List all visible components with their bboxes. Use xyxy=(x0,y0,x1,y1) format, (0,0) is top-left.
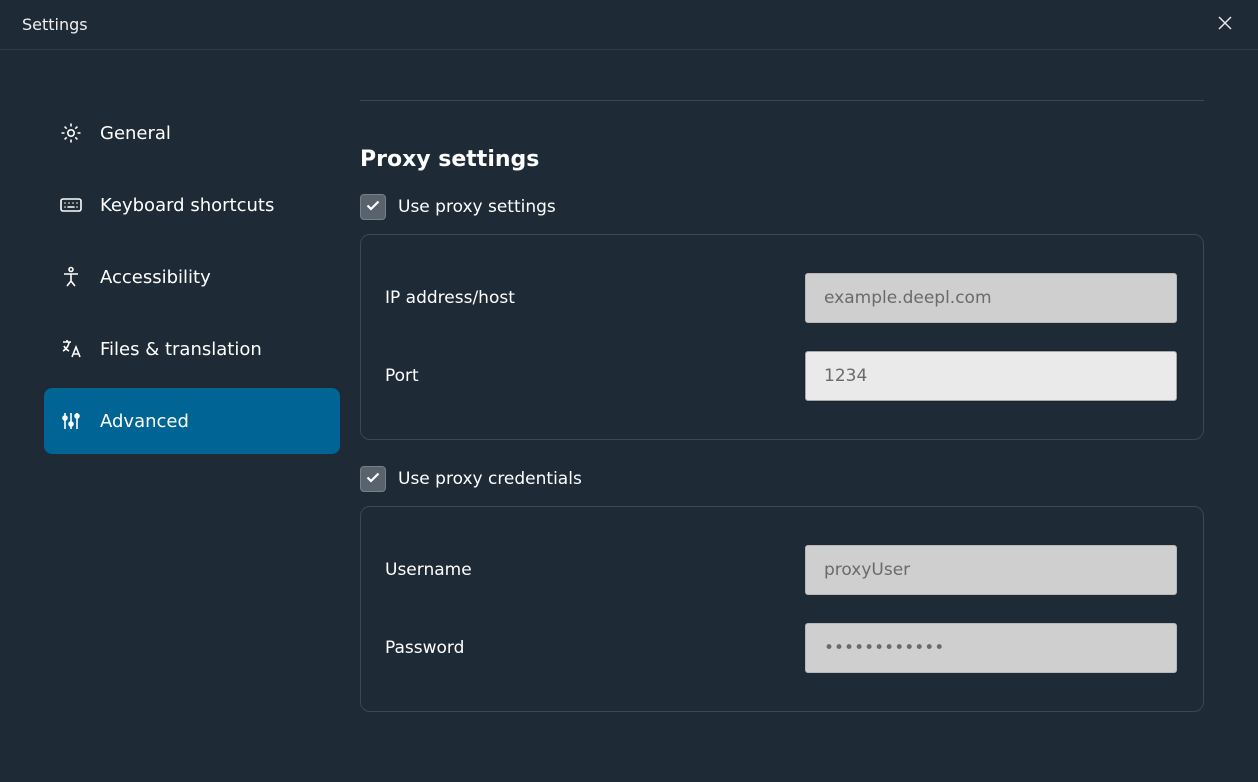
sidebar-item-accessibility[interactable]: Accessibility xyxy=(44,244,340,310)
sidebar-item-label: Advanced xyxy=(100,411,189,432)
divider xyxy=(360,100,1204,101)
sidebar-item-label: Accessibility xyxy=(100,267,211,288)
port-label: Port xyxy=(381,366,419,386)
use-proxy-label: Use proxy settings xyxy=(398,197,556,217)
use-credentials-checkbox[interactable] xyxy=(360,466,386,492)
close-icon xyxy=(1218,16,1232,34)
password-input[interactable] xyxy=(805,623,1177,673)
main-pane: Proxy settings Use proxy settings IP add… xyxy=(360,100,1258,782)
port-row: Port xyxy=(381,337,1177,415)
ip-input[interactable] xyxy=(805,273,1177,323)
window-title: Settings xyxy=(22,15,88,34)
use-proxy-row: Use proxy settings xyxy=(360,194,1204,220)
use-credentials-row: Use proxy credentials xyxy=(360,466,1204,492)
sidebar-item-label: General xyxy=(100,123,171,144)
ip-label: IP address/host xyxy=(381,288,515,308)
proxy-panel: IP address/host Port xyxy=(360,234,1204,440)
translate-icon xyxy=(58,336,84,362)
titlebar: Settings xyxy=(0,0,1258,50)
keyboard-icon xyxy=(58,192,84,218)
sidebar-item-general[interactable]: General xyxy=(44,100,340,166)
username-row: Username xyxy=(381,531,1177,609)
sidebar-item-label: Keyboard shortcuts xyxy=(100,195,274,216)
use-credentials-label: Use proxy credentials xyxy=(398,469,582,489)
password-row: Password xyxy=(381,609,1177,687)
sidebar-item-keyboard-shortcuts[interactable]: Keyboard shortcuts xyxy=(44,172,340,238)
gear-icon xyxy=(58,120,84,146)
sidebar-item-label: Files & translation xyxy=(100,339,262,360)
content: General Keyboard shortcuts Accessibility… xyxy=(0,50,1258,782)
ip-row: IP address/host xyxy=(381,259,1177,337)
username-label: Username xyxy=(381,560,472,580)
check-icon xyxy=(365,469,381,490)
sliders-icon xyxy=(58,408,84,434)
sidebar-item-files-translation[interactable]: Files & translation xyxy=(44,316,340,382)
sidebar-item-advanced[interactable]: Advanced xyxy=(44,388,340,454)
close-button[interactable] xyxy=(1210,10,1240,40)
password-label: Password xyxy=(381,638,464,658)
section-title: Proxy settings xyxy=(360,147,1204,172)
accessibility-icon xyxy=(58,264,84,290)
credentials-panel: Username Password xyxy=(360,506,1204,712)
username-input[interactable] xyxy=(805,545,1177,595)
port-input[interactable] xyxy=(805,351,1177,401)
use-proxy-checkbox[interactable] xyxy=(360,194,386,220)
sidebar: General Keyboard shortcuts Accessibility… xyxy=(0,100,360,782)
check-icon xyxy=(365,197,381,218)
